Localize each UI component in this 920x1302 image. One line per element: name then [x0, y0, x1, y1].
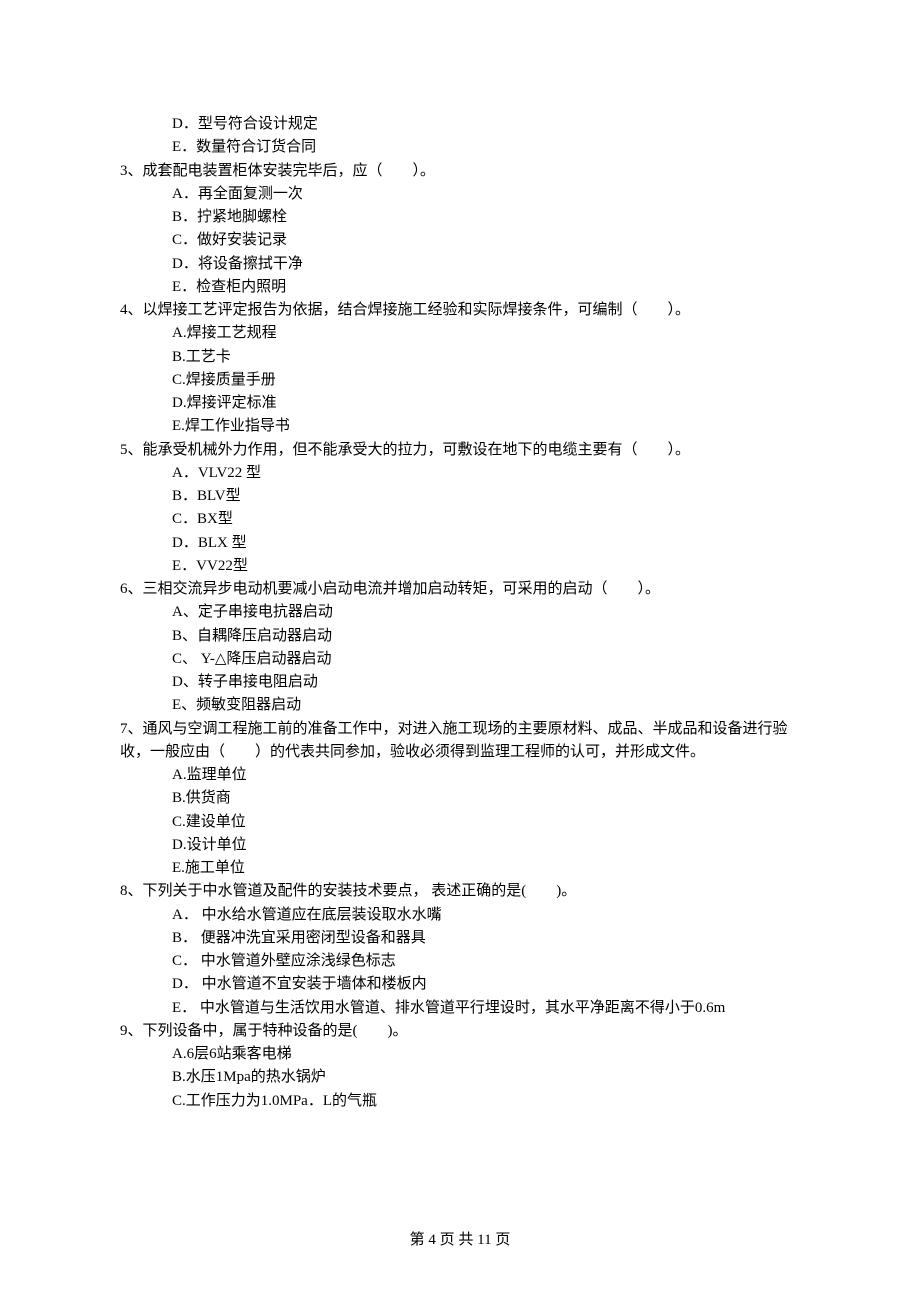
q6-option-d: D、转子串接电阻启动 [120, 671, 800, 694]
q6-option-b: B、自耦降压启动器启动 [120, 625, 800, 648]
q7-option-a: A.监理单位 [120, 764, 800, 787]
q5-option-e: E．VV22型 [120, 555, 800, 578]
question-3-stem: 3、成套配电装置柜体安装完毕后，应（ ）。 [120, 160, 800, 183]
page-container: D．型号符合设计规定 E．数量符合订货合同 3、成套配电装置柜体安装完毕后，应（… [0, 0, 920, 1302]
question-9-stem: 9、下列设备中，属于特种设备的是( )。 [120, 1020, 800, 1043]
q4-option-d: D.焊接评定标准 [120, 392, 800, 415]
q4-option-a: A.焊接工艺规程 [120, 322, 800, 345]
q6-option-c: C、 Y-△降压启动器启动 [120, 648, 800, 671]
q7-option-c: C.建设单位 [120, 811, 800, 834]
question-7-stem: 7、通风与空调工程施工前的准备工作中，对进入施工现场的主要原材料、成品、半成品和… [120, 718, 800, 765]
q9-option-a: A.6层6站乘客电梯 [120, 1043, 800, 1066]
question-5-stem: 5、能承受机械外力作用，但不能承受大的拉力，可敷设在地下的电缆主要有（ ）。 [120, 439, 800, 462]
q5-option-c: C．BX型 [120, 508, 800, 531]
q3-option-c: C．做好安装记录 [120, 229, 800, 252]
q9-option-c: C.工作压力为1.0MPa．L的气瓶 [120, 1090, 800, 1113]
q8-option-e: E． 中水管道与生活饮用水管道、排水管道平行埋设时，其水平净距离不得小于0.6m [120, 997, 800, 1020]
page-footer: 第 4 页 共 11 页 [0, 1229, 920, 1252]
q9-option-b: B.水压1Mpa的热水锅炉 [120, 1066, 800, 1089]
q5-option-a: A．VLV22 型 [120, 462, 800, 485]
q3-option-a: A．再全面复测一次 [120, 183, 800, 206]
q7-option-b: B.供货商 [120, 787, 800, 810]
q4-option-e: E.焊工作业指导书 [120, 415, 800, 438]
q4-option-b: B.工艺卡 [120, 346, 800, 369]
question-8-stem: 8、下列关于中水管道及配件的安装技术要点， 表述正确的是( )。 [120, 880, 800, 903]
orphan-option-d: D．型号符合设计规定 [120, 113, 800, 136]
q8-option-a: A． 中水给水管道应在底层装设取水水嘴 [120, 904, 800, 927]
orphan-option-e: E．数量符合订货合同 [120, 136, 800, 159]
q8-option-b: B． 便器冲洗宜采用密闭型设备和器具 [120, 927, 800, 950]
q5-option-d: D．BLX 型 [120, 532, 800, 555]
question-6-stem: 6、三相交流异步电动机要减小启动电流并增加启动转矩，可采用的启动（ ）。 [120, 578, 800, 601]
q8-option-d: D． 中水管道不宜安装于墙体和楼板内 [120, 973, 800, 996]
q3-option-e: E．检查柜内照明 [120, 276, 800, 299]
q5-option-b: B．BLV型 [120, 485, 800, 508]
q6-option-a: A、定子串接电抗器启动 [120, 601, 800, 624]
q3-option-d: D．将设备擦拭干净 [120, 253, 800, 276]
q7-option-e: E.施工单位 [120, 857, 800, 880]
q8-option-c: C． 中水管道外壁应涂浅绿色标志 [120, 950, 800, 973]
q3-option-b: B．拧紧地脚螺栓 [120, 206, 800, 229]
q6-option-e: E、频敏变阻器启动 [120, 694, 800, 717]
q4-option-c: C.焊接质量手册 [120, 369, 800, 392]
q7-option-d: D.设计单位 [120, 834, 800, 857]
question-4-stem: 4、以焊接工艺评定报告为依据，结合焊接施工经验和实际焊接条件，可编制（ ）。 [120, 299, 800, 322]
